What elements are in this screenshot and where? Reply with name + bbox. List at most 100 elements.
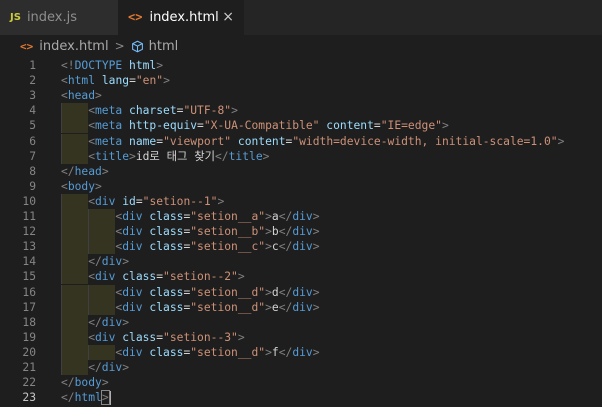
indent-highlight	[61, 148, 89, 164]
html-file-icon: <>	[20, 39, 34, 53]
code-line[interactable]: 21 </div>	[0, 360, 602, 376]
close-icon[interactable]: ×	[222, 9, 234, 25]
code-content: <!DOCTYPE html>	[61, 58, 163, 73]
code-attribute: class	[149, 210, 184, 223]
code-attribute: charset	[129, 104, 177, 118]
indent-guide	[61, 314, 62, 330]
code-tag-name: html	[74, 391, 102, 405]
code-tag-name: div	[95, 194, 116, 208]
code-line[interactable]: 3 <head>	[0, 88, 602, 103]
code-content: <div class="setion__d">f</div>	[115, 345, 319, 360]
code-attribute: class	[149, 285, 184, 299]
code-line[interactable]: 11 <div class="setion__a">a</div>	[0, 209, 602, 225]
code-string: "setion__a"	[190, 210, 266, 223]
breadcrumb-symbol[interactable]: html	[149, 39, 179, 54]
code-line[interactable]: 23 </html>	[0, 390, 602, 406]
code-content: <meta http-equiv="X-UA-Compatible" conte…	[88, 118, 449, 133]
code-text: f	[271, 345, 279, 359]
code-bracket: <	[88, 330, 95, 344]
indent-guide	[61, 239, 62, 255]
code-bracket: </	[61, 391, 75, 405]
code-line[interactable]: 8 </head>	[0, 164, 602, 179]
code-line[interactable]: 14 </div>	[0, 254, 602, 270]
text-cursor	[108, 391, 111, 406]
code-line[interactable]: 9 <body>	[0, 179, 602, 194]
code-string: "setion--3"	[163, 330, 238, 344]
breadcrumb: <> index.html > html	[0, 35, 602, 57]
code-line[interactable]: 12 <div class="setion__b">b</div>	[0, 224, 602, 240]
code-bracket: >	[265, 345, 272, 359]
code-editor[interactable]: 1 <!DOCTYPE html> 2 <html lang="en"> 3 <head>…	[0, 58, 602, 407]
code-line[interactable]: 18 </div>	[0, 314, 602, 330]
code-attribute: content	[237, 134, 286, 148]
line-number: 14	[22, 255, 36, 269]
code-line[interactable]: 22 </body>	[0, 375, 602, 390]
code-string: "width=device-width, initial-scale=1.0"	[292, 134, 558, 148]
code-content: <div class="setion__d">d</div>	[115, 285, 319, 300]
tab-label: index.html	[149, 9, 219, 25]
code-text: =	[129, 74, 136, 88]
code-bracket: </	[278, 285, 293, 299]
code-tag-name: div	[95, 270, 116, 284]
chevron-right-icon: >	[114, 39, 125, 53]
line-number: 10	[22, 194, 36, 208]
code-line[interactable]: 17 <div class="setion__d">e</div>	[0, 299, 602, 315]
code-tag-name: body	[67, 179, 96, 193]
indent-guide	[88, 284, 90, 300]
tab-index-js[interactable]: JS index.js	[0, 0, 118, 35]
code-line[interactable]: 1 <!DOCTYPE html>	[0, 58, 602, 73]
indent-guide	[61, 269, 62, 285]
code-tag-name: div	[292, 210, 313, 223]
code-tag-name: div	[122, 240, 143, 254]
code-bracket: >	[265, 285, 272, 299]
code-line[interactable]: 16 <div class="setion__d">d</div>	[0, 284, 602, 300]
code-attribute: id	[122, 194, 136, 208]
code-line[interactable]: 20 <div class="setion__d">f</div>	[0, 344, 602, 360]
code-bracket: >	[265, 240, 272, 254]
code-bracket: >	[237, 330, 245, 344]
code-bracket: </	[88, 315, 102, 329]
code-bracket: <	[61, 89, 68, 103]
indent-guide	[61, 103, 62, 119]
code-attribute: name	[129, 134, 157, 148]
code-content: </div>	[88, 315, 129, 330]
indent-highlight	[61, 209, 89, 225]
code-string: "X-UA-Compatible"	[203, 119, 320, 133]
indent-highlight	[61, 254, 89, 270]
tab-index-html[interactable]: <> index.html ×	[118, 0, 244, 35]
indent-highlight	[61, 269, 89, 285]
code-bracket: </	[215, 149, 229, 163]
code-tag-name: div	[122, 210, 143, 223]
code-line[interactable]: 19 <div class="setion--3">	[0, 329, 602, 345]
indent-guide	[88, 299, 90, 315]
code-bracket: <	[61, 179, 68, 193]
code-tag-name: meta	[95, 134, 123, 148]
code-line[interactable]: 2 <html lang="en">	[0, 73, 602, 88]
code-line[interactable]: 6 <meta name="viewport" content="width=de…	[0, 133, 602, 149]
code-text: =	[373, 119, 381, 133]
code-line[interactable]: 13 <div class="setion__c">c</div>	[0, 239, 602, 255]
code-attribute: html	[129, 59, 157, 72]
line-number: 9	[29, 179, 36, 193]
code-string: "UTF-8"	[183, 104, 232, 118]
line-number: 17	[22, 300, 36, 314]
code-attribute: http-equiv	[129, 119, 198, 133]
line-number: 22	[22, 376, 36, 390]
breadcrumb-file[interactable]: index.html	[39, 39, 108, 54]
code-content: <div class="setion__c">c</div>	[115, 239, 319, 254]
code-tag-name: div	[122, 345, 143, 359]
code-bracket: >	[122, 315, 130, 329]
code-content: <div id="setion--1">	[88, 194, 224, 209]
code-line[interactable]: 4 <meta charset="UTF-8">	[0, 103, 602, 119]
code-line[interactable]: 15 <div class="setion--2">	[0, 269, 602, 285]
code-bracket: <	[61, 74, 68, 88]
code-line[interactable]: 10 <div id="setion--1">	[0, 193, 602, 209]
code-line[interactable]: 7 <title>id로 태그 찾기</title>	[0, 148, 602, 164]
code-tag-name: div	[101, 361, 123, 374]
line-number: 13	[22, 240, 36, 254]
indent-highlight	[88, 239, 116, 255]
indent-highlight	[88, 299, 116, 315]
indent-guide	[61, 193, 62, 209]
code-line[interactable]: 5 <meta http-equiv="X-UA-Compatible" cont…	[0, 118, 602, 134]
